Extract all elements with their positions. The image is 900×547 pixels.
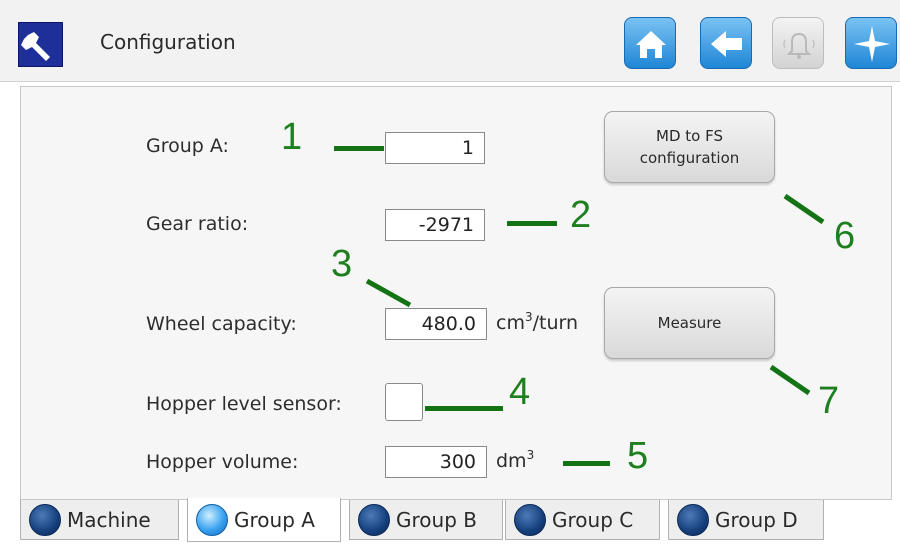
- wheel-capacity-input[interactable]: 480.0: [385, 308, 487, 340]
- wrench-icon: [18, 22, 63, 67]
- hopper-volume-unit: dm3: [496, 448, 535, 472]
- tab-indicator-icon: [358, 503, 390, 536]
- measure-button[interactable]: Measure: [604, 287, 775, 359]
- tab-group-c[interactable]: Group C: [505, 500, 660, 540]
- md-to-fs-line2: configuration: [639, 149, 740, 167]
- tab-indicator-icon: [677, 503, 709, 536]
- md-to-fs-line1: MD to FS: [656, 127, 723, 145]
- home-icon: [636, 31, 666, 58]
- annotation-7: 7: [818, 380, 840, 422]
- compass-icon: [854, 26, 890, 62]
- annotation-line-4: [425, 406, 503, 411]
- hopper-volume-unit-exp: 3: [526, 448, 535, 462]
- gear-ratio-input[interactable]: -2971: [385, 209, 485, 241]
- wheel-capacity-unit-base: cm: [496, 312, 525, 334]
- annotation-line-5: [563, 461, 610, 466]
- home-button[interactable]: [624, 17, 676, 69]
- md-to-fs-configuration-button[interactable]: MD to FS configuration: [604, 111, 775, 183]
- group-a-label: Group A:: [146, 135, 229, 157]
- hopper-volume-unit-base: dm: [496, 450, 527, 472]
- annotation-6: 6: [834, 215, 856, 257]
- hopper-volume-label: Hopper volume:: [146, 451, 299, 473]
- wheel-capacity-unit-exp: 3: [524, 310, 533, 324]
- hopper-sensor-checkbox[interactable]: [385, 383, 423, 421]
- tab-group-b[interactable]: Group B: [349, 500, 503, 540]
- annotation-3: 3: [331, 243, 353, 285]
- tab-indicator-icon: [196, 503, 228, 536]
- tab-group-a[interactable]: Group A: [187, 498, 341, 542]
- hopper-volume-input[interactable]: 300: [385, 446, 487, 478]
- hopper-sensor-label: Hopper level sensor:: [146, 393, 342, 415]
- header-bar: Configuration: [0, 0, 900, 82]
- annotation-line-2: [507, 221, 557, 226]
- page-title: Configuration: [100, 30, 236, 54]
- tab-label: Group A: [234, 507, 315, 532]
- annotation-5: 5: [627, 435, 649, 477]
- tab-indicator-icon: [514, 503, 546, 536]
- tab-label: Group C: [552, 507, 634, 532]
- wheel-capacity-label: Wheel capacity:: [146, 313, 297, 335]
- annotation-4: 4: [509, 371, 531, 413]
- tab-label: Group B: [396, 507, 477, 532]
- group-a-input[interactable]: 1: [385, 132, 485, 164]
- wheel-capacity-unit: cm3/turn: [496, 310, 579, 334]
- tab-group-d[interactable]: Group D: [668, 500, 824, 540]
- arrow-left-icon: [711, 31, 742, 57]
- alarm-button[interactable]: [772, 17, 824, 69]
- annotation-line-1: [334, 146, 384, 151]
- back-button[interactable]: [700, 17, 752, 69]
- tab-indicator-icon: [29, 503, 61, 536]
- tab-machine[interactable]: Machine: [20, 500, 179, 540]
- tab-label: Group D: [715, 507, 798, 532]
- bell-icon: [783, 32, 815, 59]
- navigation-button[interactable]: [845, 17, 897, 69]
- gear-ratio-label: Gear ratio:: [146, 213, 249, 235]
- tab-label: Machine: [67, 507, 151, 532]
- wheel-capacity-unit-suffix: /turn: [532, 312, 579, 334]
- annotation-1: 1: [281, 116, 303, 158]
- annotation-2: 2: [570, 194, 592, 236]
